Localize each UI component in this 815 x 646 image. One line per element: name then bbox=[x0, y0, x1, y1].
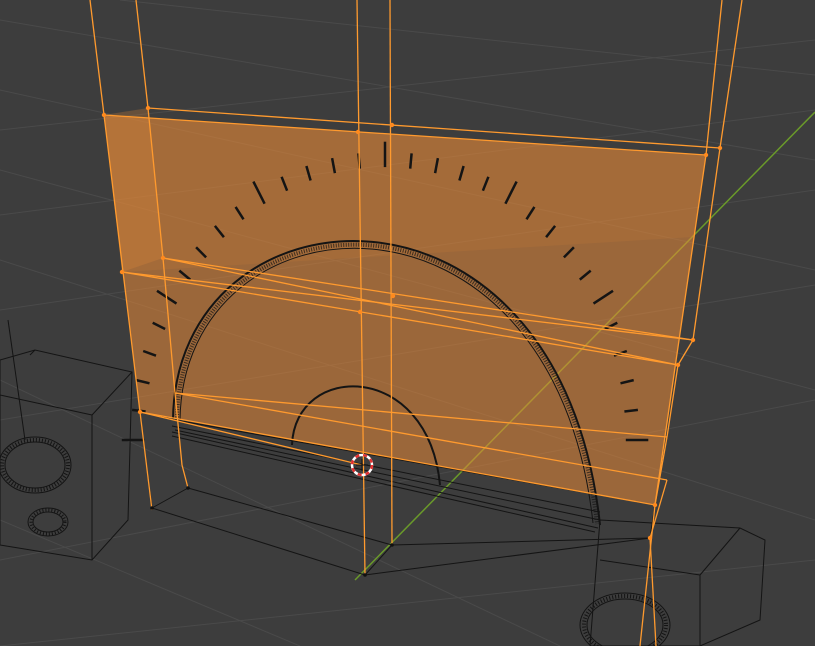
3d-cursor[interactable] bbox=[350, 453, 374, 477]
protractor-tick bbox=[624, 408, 639, 413]
3d-viewport[interactable] bbox=[0, 0, 815, 646]
selected-plane-faces bbox=[104, 108, 706, 505]
viewport-scene[interactable] bbox=[0, 0, 815, 646]
protractor-tick bbox=[408, 153, 413, 169]
unselected-vertices bbox=[150, 486, 394, 577]
left-pole-rings bbox=[0, 436, 72, 537]
